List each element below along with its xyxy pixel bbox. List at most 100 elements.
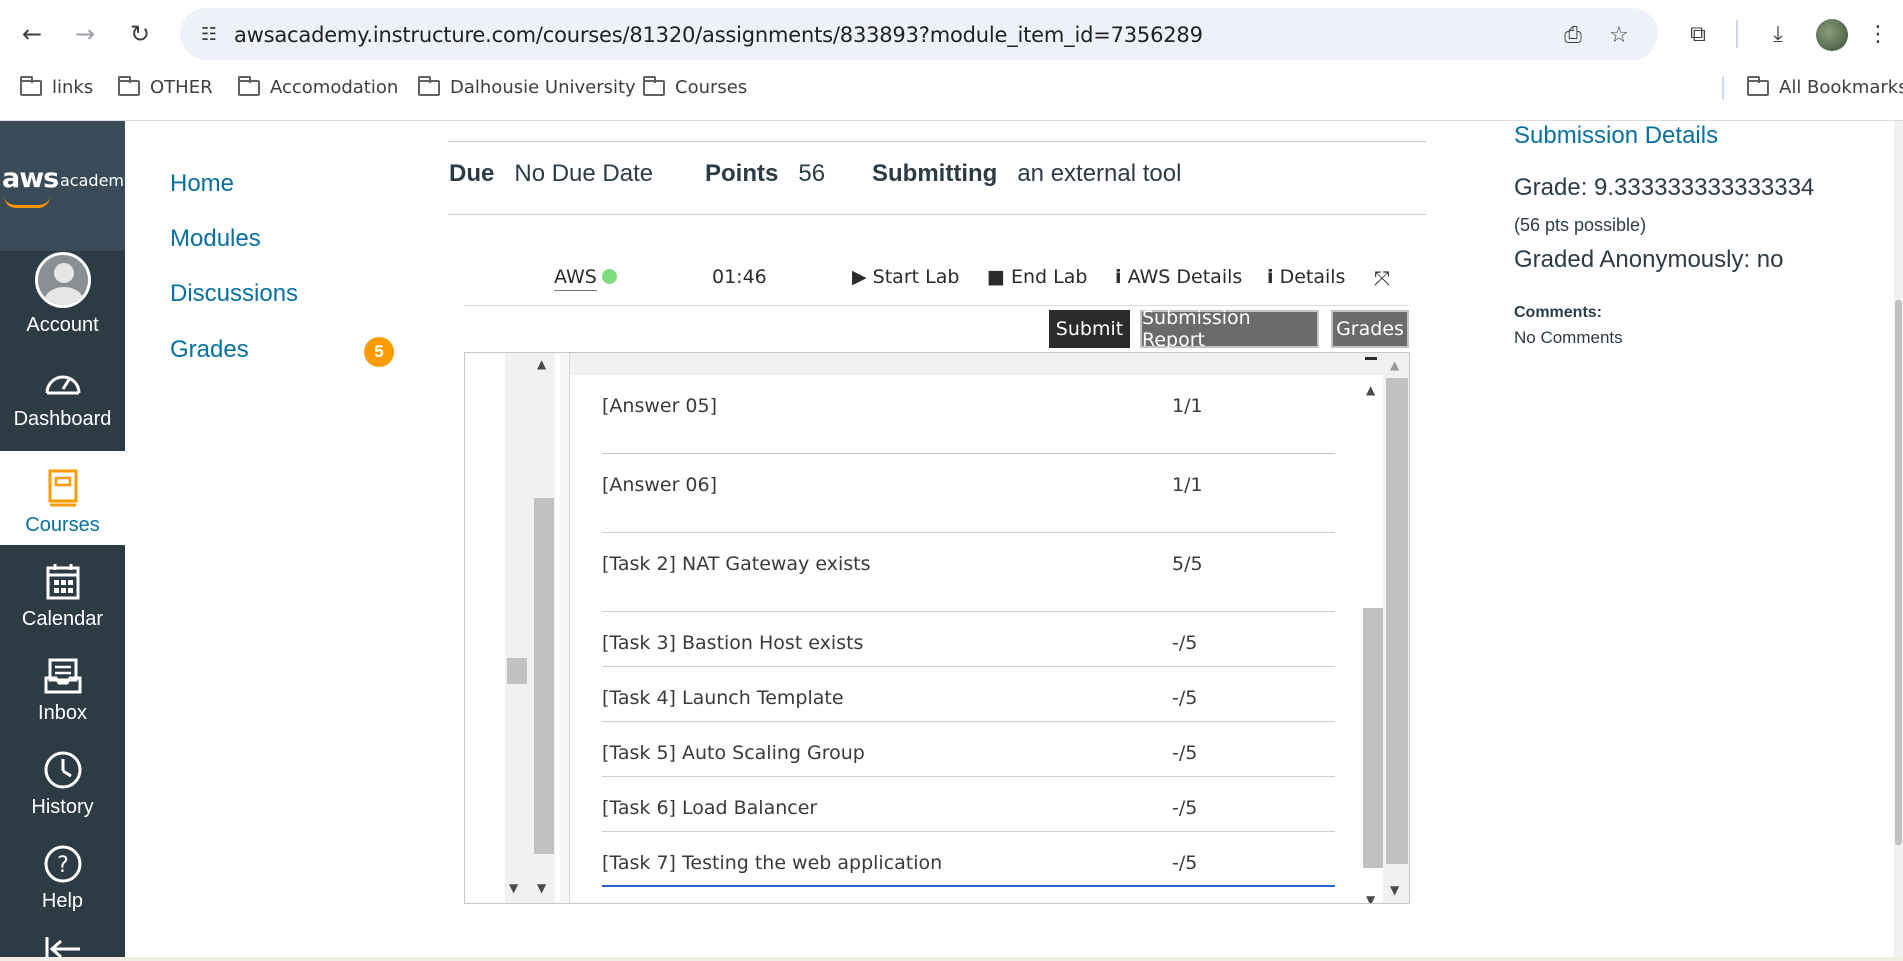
bookmark-courses[interactable]: Courses <box>643 75 747 98</box>
divider-top <box>448 141 1426 142</box>
info-icon: i <box>1267 266 1274 288</box>
course-nav-home[interactable]: Home <box>170 170 234 198</box>
nav-dashboard[interactable]: Dashboard <box>0 345 125 439</box>
bookmark-star-icon[interactable]: ☆ <box>1606 22 1632 48</box>
score-row: [Task 2] NAT Gateway exists 5/5 <box>602 533 1335 612</box>
install-app-icon[interactable]: ⎙ <box>1560 22 1586 48</box>
score-row: [Task 7] Testing the web application -/5 <box>602 832 1335 887</box>
course-nav-grades[interactable]: Grades <box>170 336 249 364</box>
site-info-icon[interactable]: ☷ <box>196 21 222 47</box>
history-clock-icon <box>43 750 83 790</box>
info-icon: i <box>1115 266 1122 288</box>
submission-report-button[interactable]: Submission Report <box>1140 307 1319 351</box>
score-row: [Task 6] Load Balancer -/5 <box>602 777 1335 832</box>
lab-timer: 01:46 <box>712 266 767 288</box>
stop-icon: ■ <box>987 266 1005 288</box>
scroll-down-icon[interactable]: ▼ <box>509 881 518 895</box>
end-lab-button[interactable]: ■ End Lab <box>987 266 1087 288</box>
folder-icon <box>118 75 140 96</box>
grades-count-badge: 5 <box>364 337 394 367</box>
details-button[interactable]: i Details <box>1267 266 1345 288</box>
nav-calendar[interactable]: Calendar <box>0 545 125 639</box>
folder-icon <box>418 75 440 96</box>
bookmark-dalhousie[interactable]: Dalhousie University <box>418 75 636 98</box>
scroll-down-icon[interactable]: ▼ <box>1390 883 1399 897</box>
browser-toolbar: ← → ↻ ☷ awsacademy.instructure.com/cours… <box>0 0 1903 121</box>
submit-button[interactable]: Submit <box>1049 310 1130 348</box>
score-row: [Answer 06] 1/1 <box>602 454 1335 533</box>
lab-toolbar: AWS 01:46 ▶ Start Lab ■ End Lab i AWS De… <box>464 260 1410 306</box>
bookmark-accomodation[interactable]: Accomodation <box>238 75 398 98</box>
scroll-up-icon[interactable]: ▲ <box>537 357 546 371</box>
report-header-bar <box>570 353 1409 375</box>
left-pane-scroll-thumb-2[interactable] <box>507 658 527 684</box>
score-table: [Answer 05] 1/1 [Answer 06] 1/1 [Task 2]… <box>570 375 1370 903</box>
nav-history[interactable]: History <box>0 733 125 827</box>
forward-icon[interactable]: → <box>67 16 103 52</box>
bookmarks-divider <box>1722 76 1724 100</box>
lab-status-dot <box>601 269 617 284</box>
due-info: Due No Due Date <box>449 160 654 187</box>
nav-account[interactable]: Account <box>0 251 125 345</box>
folder-icon <box>643 75 665 96</box>
grade-value: Grade: 9.333333333333334 <box>1514 174 1815 201</box>
reload-icon[interactable]: ↻ <box>122 16 158 52</box>
bookmark-links[interactable]: links <box>20 75 93 98</box>
nav-help[interactable]: ? Help <box>0 827 125 921</box>
dashboard-icon <box>43 362 83 402</box>
calendar-icon <box>43 562 83 602</box>
bookmark-other[interactable]: OTHER <box>118 75 213 98</box>
nav-inbox[interactable]: Inbox <box>0 639 125 733</box>
aws-details-button[interactable]: i AWS Details <box>1115 266 1242 288</box>
bookmarks-bar: links OTHER Accomodation Dalhousie Unive… <box>0 74 1903 106</box>
menu-dots-icon[interactable]: ⋮ <box>1862 18 1894 50</box>
points-possible: (56 pts possible) <box>1514 215 1647 235</box>
scroll-up-icon[interactable]: ▲ <box>1390 358 1399 372</box>
scroll-down-icon[interactable]: ▼ <box>1366 893 1375 903</box>
submission-details-link[interactable]: Submission Details <box>1514 122 1718 150</box>
svg-text:?: ? <box>57 853 69 878</box>
comments-value: No Comments <box>1514 328 1623 347</box>
score-row: [Task 3] Bastion Host exists -/5 <box>602 612 1335 667</box>
left-pane-scroll-thumb[interactable] <box>534 498 554 854</box>
course-nav-discussions[interactable]: Discussions <box>170 280 298 308</box>
start-lab-button[interactable]: ▶ Start Lab <box>852 266 959 288</box>
url-text[interactable]: awsacademy.instructure.com/courses/81320… <box>234 23 1203 47</box>
graded-anonymously: Graded Anonymously: no <box>1514 246 1784 273</box>
points-info: Points 56 <box>705 160 826 187</box>
collapse-icon[interactable] <box>1365 357 1377 360</box>
page-bottom-edge <box>0 957 1903 961</box>
page-scroll-thumb[interactable] <box>1895 300 1902 845</box>
extensions-icon[interactable]: ⧉ <box>1682 18 1714 50</box>
address-bar[interactable]: ☷ awsacademy.instructure.com/courses/813… <box>180 8 1658 60</box>
aws-academy-logo[interactable]: aws academy <box>0 121 133 251</box>
score-row: [Task 4] Launch Template -/5 <box>602 667 1335 722</box>
grades-button[interactable]: Grades <box>1331 310 1409 348</box>
all-bookmarks[interactable]: All Bookmarks <box>1747 75 1903 98</box>
global-nav: aws academy Account Dashboard Courses Ca… <box>0 121 133 961</box>
aws-console-link[interactable]: AWS <box>554 266 617 291</box>
course-nav-modules[interactable]: Modules <box>170 225 261 253</box>
scroll-down-icon[interactable]: ▼ <box>537 881 546 895</box>
play-icon: ▶ <box>852 266 867 288</box>
courses-book-icon <box>43 468 83 508</box>
nav-courses[interactable]: Courses <box>0 451 125 545</box>
score-row: [Task 5] Auto Scaling Group -/5 <box>602 722 1335 777</box>
report-inner-scroll-thumb[interactable] <box>1363 608 1383 868</box>
comments-label: Comments: <box>1514 304 1603 321</box>
download-icon[interactable]: ⤓ <box>1762 18 1794 50</box>
score-row: [Answer 05] 1/1 <box>602 375 1335 454</box>
folder-icon <box>20 75 42 96</box>
aws-smile-icon <box>4 196 50 208</box>
pane-splitter[interactable] <box>560 353 570 903</box>
fullscreen-icon[interactable]: ⤧ <box>1374 266 1390 290</box>
folder-icon <box>238 75 260 96</box>
folder-icon <box>1747 75 1769 96</box>
inbox-icon <box>43 656 83 696</box>
back-icon[interactable]: ← <box>14 16 50 52</box>
profile-avatar[interactable] <box>1816 19 1848 51</box>
report-outer-scroll-thumb[interactable] <box>1386 378 1408 864</box>
divider-bottom <box>448 214 1426 215</box>
toolbar-divider <box>1736 20 1738 48</box>
scroll-up-icon[interactable]: ▲ <box>1366 383 1375 397</box>
